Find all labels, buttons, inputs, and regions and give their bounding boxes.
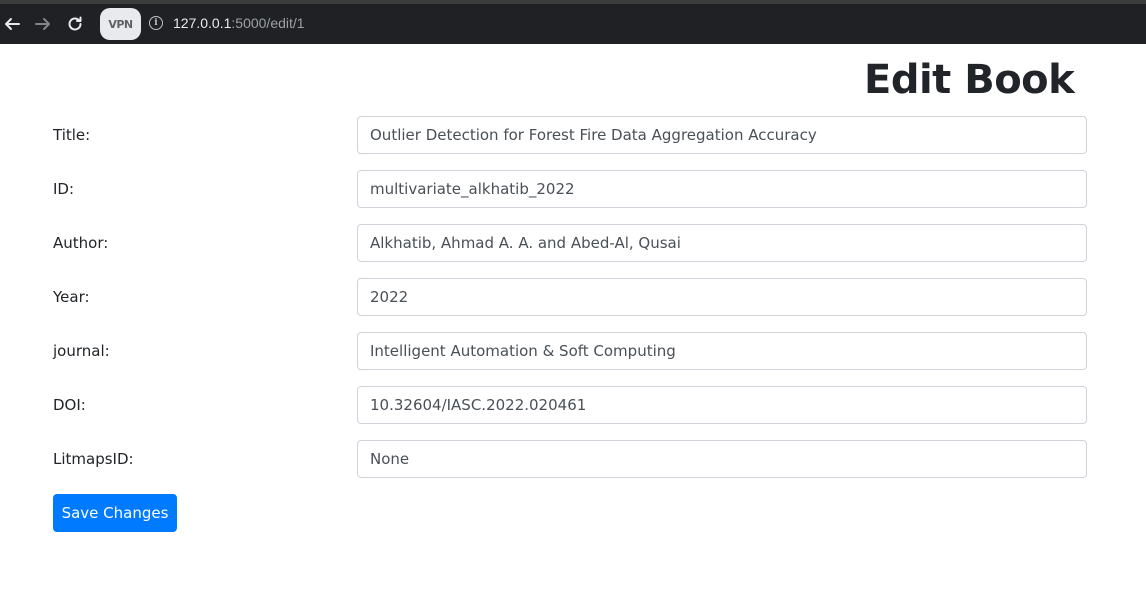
arrow-left-icon <box>5 18 20 30</box>
vpn-label: VPN <box>108 17 133 31</box>
url-path: :5000/edit/1 <box>231 15 305 31</box>
form-row-litmapsid: LitmapsID: <box>0 440 1146 478</box>
back-button[interactable] <box>0 12 24 36</box>
save-changes-button[interactable]: Save Changes <box>53 494 177 532</box>
form-row-year: Year: <box>0 278 1146 316</box>
litmapsid-label: LitmapsID: <box>53 450 134 468</box>
info-glyph: i <box>154 18 158 28</box>
site-info-icon[interactable]: i <box>149 16 163 30</box>
year-label: Year: <box>53 288 90 306</box>
browser-toolbar: VPN i 127.0.0.1:5000/edit/1 <box>0 0 1146 44</box>
page-title: Edit Book <box>864 57 1075 103</box>
form-row-id: ID: <box>0 170 1146 208</box>
form-row-title: Title: <box>0 116 1146 154</box>
form-row-journal: journal: <box>0 332 1146 370</box>
arrow-right-icon <box>35 18 50 30</box>
reload-button[interactable] <box>63 12 87 36</box>
vpn-badge[interactable]: VPN <box>100 8 141 40</box>
url-host: 127.0.0.1 <box>173 15 232 31</box>
journal-label: journal: <box>53 342 110 360</box>
journal-input[interactable] <box>357 332 1087 370</box>
author-input[interactable] <box>357 224 1087 262</box>
year-input[interactable] <box>357 278 1087 316</box>
title-input[interactable] <box>357 116 1087 154</box>
address-bar[interactable]: 127.0.0.1:5000/edit/1 <box>173 15 305 31</box>
doi-input[interactable] <box>357 386 1087 424</box>
title-label: Title: <box>53 126 91 144</box>
id-label: ID: <box>53 180 75 198</box>
reload-icon <box>68 16 82 31</box>
forward-button[interactable] <box>31 12 55 36</box>
id-input[interactable] <box>357 170 1087 208</box>
litmapsid-input[interactable] <box>357 440 1087 478</box>
doi-label: DOI: <box>53 396 86 414</box>
author-label: Author: <box>53 234 109 252</box>
form-row-doi: DOI: <box>0 386 1146 424</box>
form-row-author: Author: <box>0 224 1146 262</box>
